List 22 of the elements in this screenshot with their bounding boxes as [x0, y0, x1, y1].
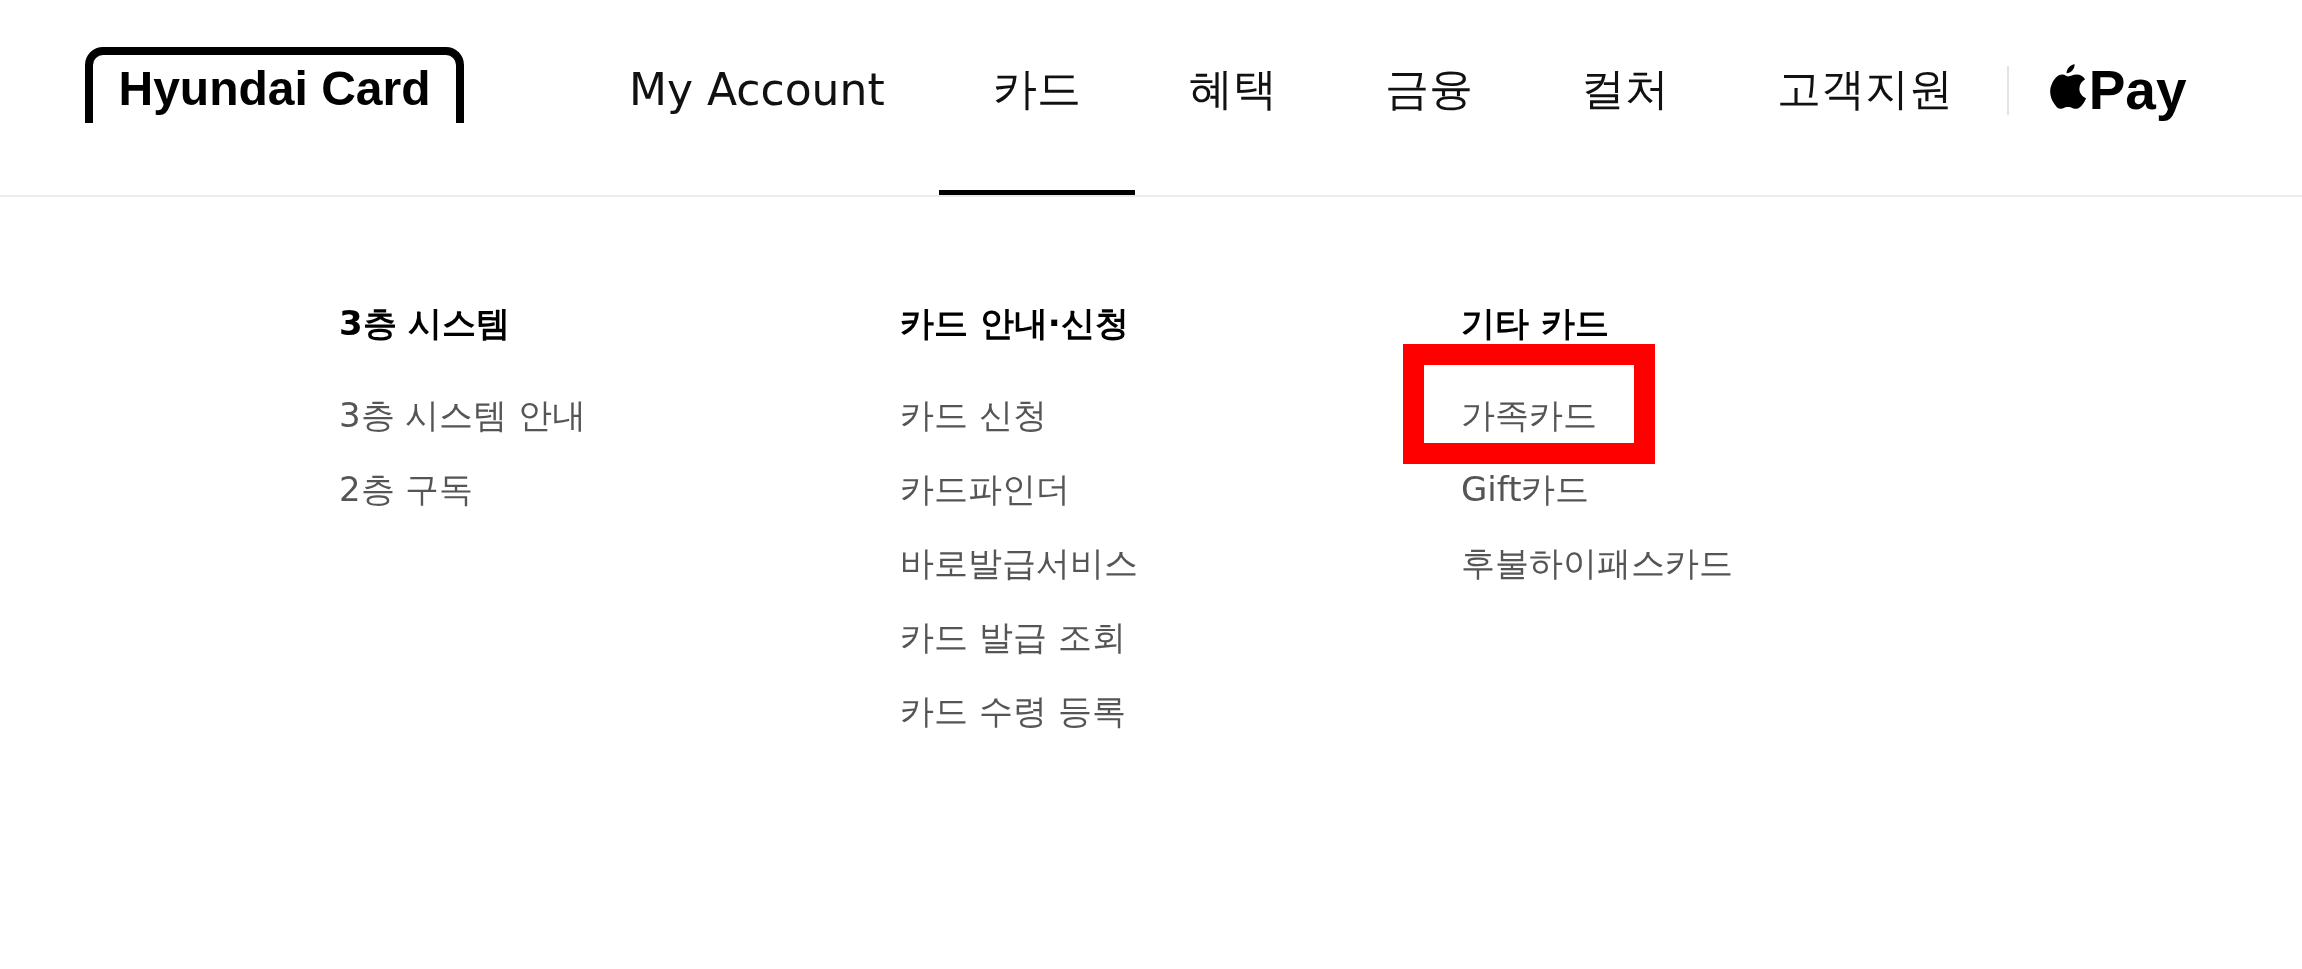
nav-tab[interactable]: 컬처 [1526, 0, 1723, 195]
menu-link[interactable]: 2층 구독 [339, 467, 474, 511]
menu-heading: 3층 시스템 [339, 302, 511, 345]
nav-tab[interactable]: 카드 [938, 0, 1135, 195]
nav-tab[interactable]: 금융 [1330, 0, 1527, 195]
menu-heading: 기타 카드 [1461, 302, 1609, 345]
menu-link[interactable]: Gift카드 [1461, 467, 1590, 511]
menu-heading: 카드 안내·신청 [900, 302, 1129, 345]
logo[interactable]: Hyundai Card [85, 47, 464, 123]
apple-icon [2048, 63, 2087, 109]
menu-link[interactable]: 바로발급서비스 [900, 541, 1138, 585]
nav-tab[interactable]: 혜택 [1134, 0, 1331, 195]
menu-link[interactable]: 카드 신청 [900, 393, 1047, 437]
menu-link[interactable]: 카드 발급 조회 [900, 615, 1126, 659]
menu-link[interactable]: 카드파인더 [900, 467, 1070, 511]
nav-tab[interactable]: My Account [575, 0, 939, 195]
menu-link[interactable]: 후불하이패스카드 [1461, 541, 1733, 585]
menu-link[interactable]: 3층 시스템 안내 [339, 393, 587, 437]
pay-link[interactable]: Pay [2048, 59, 2187, 121]
menu-link[interactable]: 가족카드 [1461, 393, 1597, 437]
menu-link[interactable]: 카드 수령 등록 [900, 689, 1126, 733]
nav-tab[interactable]: 고객지원 [1722, 0, 2007, 195]
